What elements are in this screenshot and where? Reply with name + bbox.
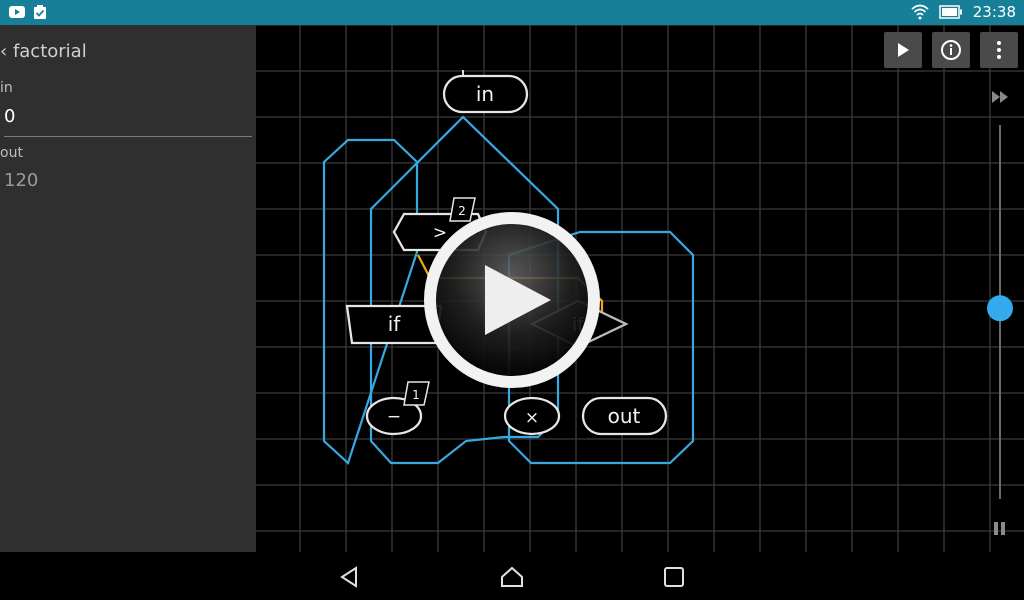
video-play-overlay[interactable] — [423, 211, 601, 389]
node-times-label: × — [525, 408, 539, 428]
battery-icon — [939, 5, 962, 19]
wifi-icon — [911, 4, 929, 20]
node-out[interactable]: out — [581, 396, 668, 436]
node-minus[interactable]: − 1 — [365, 381, 430, 436]
in-label: in — [0, 80, 13, 96]
out-value: 120 — [4, 170, 39, 191]
overflow-menu-button[interactable] — [980, 32, 1018, 68]
info-icon — [941, 40, 961, 60]
slider-thumb[interactable] — [987, 295, 1013, 322]
youtube-icon — [9, 6, 25, 18]
back-button[interactable]: ‹ factorial — [0, 41, 87, 62]
more-vert-icon — [997, 41, 1001, 59]
in-input-underline — [4, 136, 252, 137]
node-in-label: in — [476, 82, 494, 106]
system-nav-bar — [0, 552, 1024, 600]
graph-canvas[interactable]: in > 2 if if − 1 × out — [256, 25, 1024, 552]
clipboard-check-icon — [34, 5, 46, 19]
info-button[interactable] — [932, 32, 970, 68]
node-minus-label: − — [387, 407, 401, 427]
node-if-left-label: if — [388, 312, 402, 336]
node-times[interactable]: × — [503, 396, 561, 436]
back-chevron-icon: ‹ — [0, 41, 8, 62]
node-out-label: out — [608, 404, 641, 428]
node-in[interactable]: in — [442, 70, 529, 114]
graph-svg: in > 2 if if − 1 × out — [256, 25, 1024, 552]
in-input[interactable]: 0 — [4, 106, 15, 127]
home-icon[interactable] — [499, 564, 525, 590]
out-label: out — [0, 145, 23, 161]
status-bar: 23:38 — [0, 0, 1024, 25]
fast-forward-icon[interactable] — [992, 91, 1008, 103]
node-minus-badge: 1 — [412, 388, 420, 402]
speed-slider[interactable] — [987, 91, 1013, 535]
run-button[interactable] — [884, 32, 922, 68]
play-icon — [898, 43, 909, 57]
back-triangle-icon[interactable] — [337, 564, 363, 590]
recents-square-icon[interactable] — [661, 564, 687, 590]
status-time: 23:38 — [972, 3, 1016, 21]
side-panel: ‹ factorial in 0 out 120 — [0, 25, 256, 552]
program-title: factorial — [12, 41, 87, 62]
pause-icon[interactable] — [994, 522, 1005, 535]
